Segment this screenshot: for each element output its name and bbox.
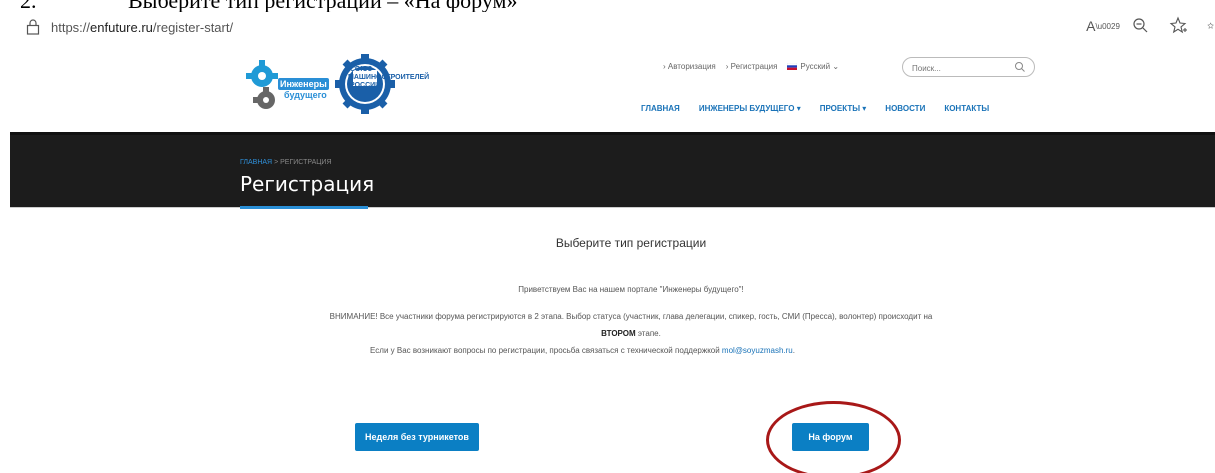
page-banner: ГЛАВНАЯ > РЕГИСТРАЦИЯ Регистрация (10, 132, 1215, 207)
nav-news[interactable]: НОВОСТИ (885, 104, 925, 113)
search-icon[interactable] (1014, 61, 1026, 73)
logo-line2: будущего (284, 90, 327, 100)
org-logo-text: СОЮЗ МАШИНОСТРОИТЕЛЕЙ РОССИИ (346, 66, 429, 90)
stage-bold: ВТОРОМ (601, 329, 636, 338)
org-line1: СОЮЗ (350, 66, 372, 73)
url-domain: enfuture.ru (90, 19, 153, 35)
favorites-icon[interactable] (1207, 16, 1215, 36)
banner-divider (10, 207, 1215, 208)
warning-text: ВНИМАНИЕ! Все участники форума регистрир… (329, 312, 933, 321)
site-logo[interactable]: Инженеры будущего СОЮЗ МАШИНОСТРОИТЕЛЕЙ … (240, 54, 440, 120)
logo-line1: Инженеры (278, 78, 329, 90)
dropdown-arrow-icon: ▾ (796, 104, 801, 113)
support-text: Если у Вас возникают вопросы по регистра… (0, 346, 1165, 355)
chevron-down-icon: ⌄ (832, 62, 840, 71)
language-label: Русский (800, 62, 831, 71)
document-step-caption: 2. Выберите тип регистрации – «На форум» (0, 0, 1215, 13)
browser-address-bar: https://enfuture.ru/register-start/ A \u0… (0, 12, 1215, 42)
nav-home[interactable]: ГЛАВНАЯ (641, 104, 680, 113)
nav-projects[interactable]: ПРОЕКТЫ ▾ (820, 104, 867, 113)
russia-flag-icon (787, 63, 798, 71)
annotation-circle (766, 401, 901, 473)
nav-engineers[interactable]: ИНЖЕНЕРЫ БУДУЩЕГО ▾ (699, 104, 801, 113)
register-link[interactable]: › Регистрация (726, 62, 778, 71)
url-field[interactable]: https://enfuture.ru/register-start/ (6, 14, 1056, 40)
search-input[interactable] (912, 59, 1012, 78)
registration-heading: Выберите тип регистрации (555, 236, 707, 250)
main-nav: ГЛАВНАЯ ИНЖЕНЕРЫ БУДУЩЕГО ▾ ПРОЕКТЫ ▾ НО… (641, 104, 989, 113)
read-aloud-icon[interactable]: A \u0029 (1086, 16, 1120, 36)
breadcrumb: ГЛАВНАЯ > РЕГИСТРАЦИЯ (240, 159, 332, 166)
nav-contacts[interactable]: КОНТАКТЫ (944, 104, 989, 113)
favorite-add-icon[interactable] (1169, 16, 1189, 36)
url-text[interactable]: https://enfuture.ru/register-start/ (51, 20, 233, 35)
nav-engineers-label: ИНЖЕНЕРЫ БУДУЩЕГО (698, 104, 795, 113)
browser-toolbar-icons: A \u0029 (1086, 16, 1215, 36)
language-selector[interactable]: Русский ⌄ (787, 62, 839, 71)
page-title: Регистрация (240, 172, 375, 196)
stage-rest: этапе. (635, 329, 661, 338)
breadcrumb-current: РЕГИСТРАЦИЯ (280, 159, 332, 166)
breadcrumb-home[interactable]: ГЛАВНАЯ (240, 159, 272, 166)
support-email-link[interactable]: mol@soyuzmash.ru (722, 346, 793, 355)
url-path: /register-start/ (152, 19, 234, 35)
welcome-text: Приветствуем Вас на нашем портале "Инжен… (518, 285, 744, 294)
org-line3: РОССИИ (350, 82, 381, 89)
nav-projects-label: ПРОЕКТЫ (819, 104, 861, 113)
url-prefix: https:// (51, 19, 91, 35)
support-text-end: . (792, 346, 795, 355)
dropdown-arrow-icon: ▾ (862, 104, 867, 113)
breadcrumb-separator: > (274, 159, 279, 166)
org-line2: МАШИНОСТРОИТЕЛЕЙ (348, 74, 430, 81)
login-link[interactable]: › Авторизация (663, 62, 716, 71)
top-links: › Авторизация › Регистрация Русский ⌄ (663, 62, 839, 71)
title-underline (240, 206, 368, 209)
support-text-body: Если у Вас возникают вопросы по регистра… (370, 346, 722, 355)
search-box[interactable] (902, 57, 1035, 78)
zoom-out-icon[interactable] (1131, 16, 1151, 36)
warning-text-stage: ВТОРОМ этапе. (0, 329, 1215, 338)
week-without-turnstiles-button[interactable]: Неделя без турникетов (355, 423, 479, 451)
site-info-icon[interactable] (26, 19, 40, 35)
